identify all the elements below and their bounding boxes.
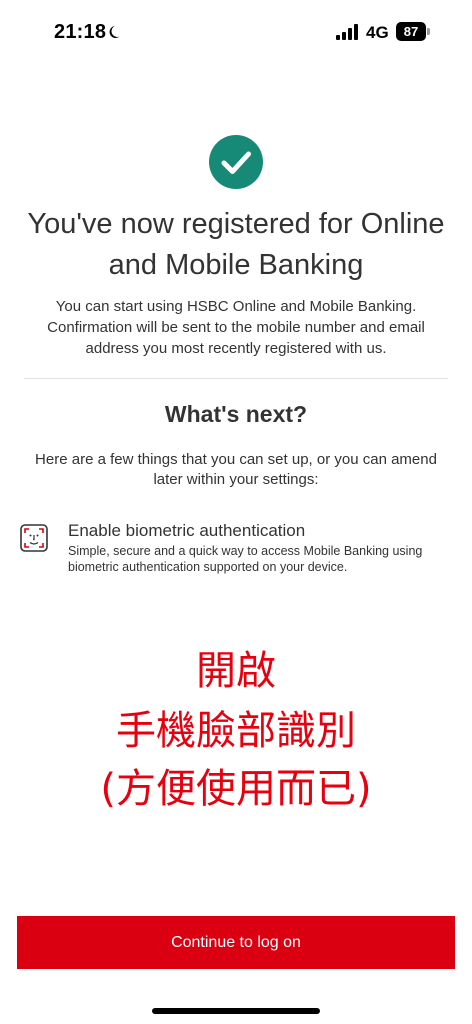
biometric-title: Enable biometric authentication	[68, 521, 306, 540]
biometric-option[interactable]: Enable biometric authentication Simple, …	[18, 518, 454, 578]
signal-strength-icon	[336, 24, 358, 40]
network-label: 4G	[366, 23, 389, 42]
status-time: 21:18	[54, 21, 107, 43]
moon-icon	[109, 26, 120, 38]
face-id-icon	[20, 524, 48, 552]
whats-next-description: Here are a few things that you can set u…	[35, 451, 437, 488]
continue-to-log-on-button[interactable]: Continue to log on	[17, 916, 455, 969]
check-circle-icon	[209, 135, 263, 189]
status-bar: 21:18 4G 87	[0, 0, 472, 64]
battery-level: 87	[396, 22, 426, 41]
page-title: You've now registered for Online and Mob…	[27, 208, 445, 281]
battery-indicator: 87	[396, 22, 430, 41]
annotation-line-2: 手機臉部識別	[116, 708, 356, 754]
biometric-description: Simple, secure and a quick way to access…	[68, 544, 423, 574]
whats-next-title: What's next?	[164, 401, 308, 427]
divider	[24, 378, 448, 379]
intro-text: You can start using HSBC Online and Mobi…	[47, 298, 425, 357]
annotation-line-1: 開啟	[196, 648, 276, 694]
home-indicator[interactable]	[152, 1008, 320, 1014]
annotation-line-3: (方便使用而已)	[100, 766, 372, 812]
battery-tip	[427, 28, 430, 35]
